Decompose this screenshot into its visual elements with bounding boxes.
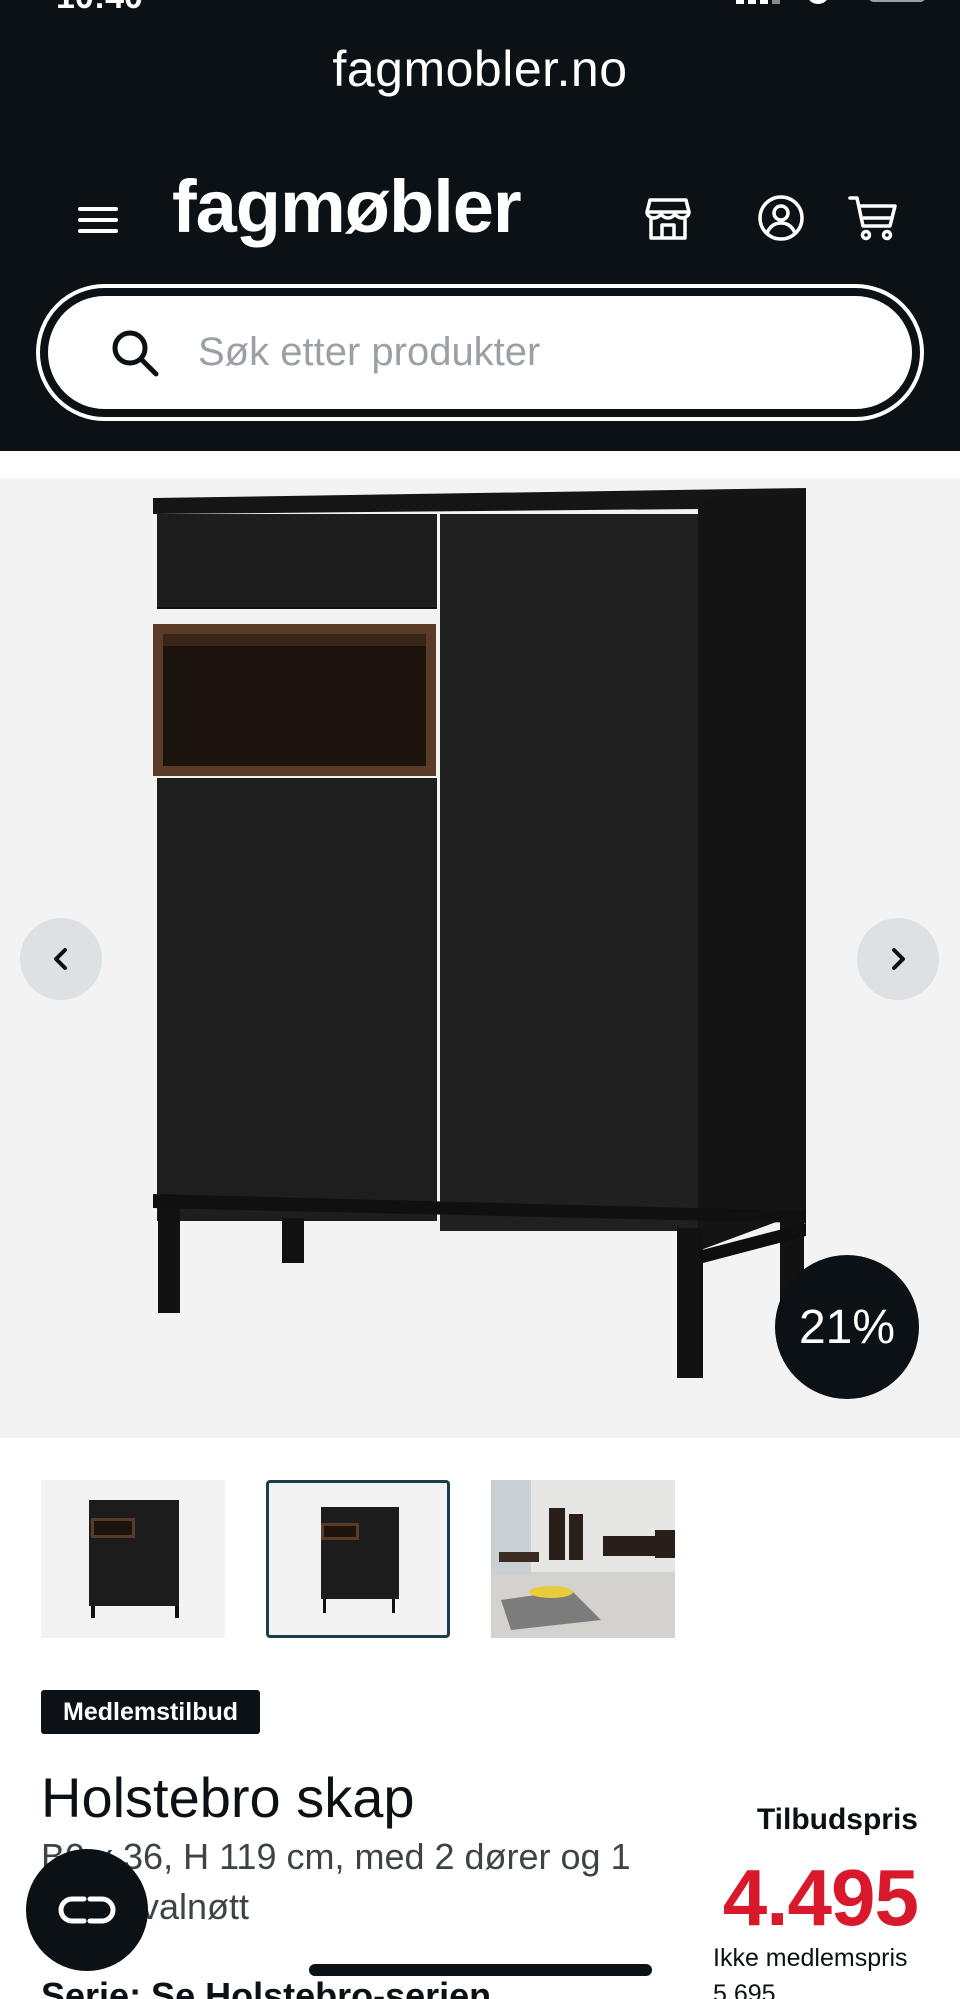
search-bar[interactable] (36, 284, 924, 421)
thumbnail-2[interactable] (266, 1480, 450, 1638)
status-icons (736, 0, 926, 9)
thumbnail-image (321, 1507, 399, 1613)
account-icon[interactable] (755, 192, 807, 244)
thumbnail-image (89, 1500, 179, 1618)
nonmember-price-label: Ikke medlemspris (713, 1944, 908, 1972)
hamburger-icon-line (78, 218, 118, 222)
previous-image-button[interactable] (20, 918, 102, 1000)
browser-url[interactable]: fagmobler.no (0, 40, 960, 98)
store-icon[interactable] (642, 192, 694, 244)
price-label: Tilbudspris (756, 1803, 918, 1836)
status-time: 10:40 (56, 0, 143, 17)
nonmember-price: 5.695 (713, 1980, 776, 1999)
wifi-icon (801, 0, 835, 9)
chevron-right-icon (892, 948, 905, 970)
battery-icon (868, 0, 926, 2)
chat-button[interactable] (26, 1849, 148, 1971)
chevron-left-icon (54, 948, 67, 970)
site-header: 10:40 fagmobler.no fagmøbler (0, 0, 960, 451)
next-image-button[interactable] (857, 918, 939, 1000)
search-icon (112, 330, 159, 377)
sale-price: 4.495 (722, 1853, 919, 1942)
thumbnail-1[interactable] (41, 1480, 225, 1638)
member-offer-badge: Medlemstilbud (41, 1690, 261, 1734)
signal-icon (736, 0, 780, 4)
home-indicator[interactable] (309, 1964, 652, 1976)
series-link[interactable]: Serie: Se Holstebro-serien (41, 1975, 491, 1999)
thumbnail-image (491, 1480, 675, 1638)
hamburger-icon-line (78, 207, 118, 211)
hamburger-icon-line (78, 229, 118, 233)
thumbnail-3[interactable] (491, 1480, 675, 1638)
chat-icon (58, 1896, 116, 1924)
cart-icon[interactable] (847, 192, 899, 244)
search-input[interactable] (198, 296, 838, 409)
site-logo[interactable]: fagmøbler (172, 170, 522, 244)
search-box[interactable] (48, 296, 912, 409)
product-title: Holstebro skap (41, 1766, 415, 1829)
discount-badge: 21% (775, 1255, 919, 1399)
menu-button[interactable] (78, 205, 118, 237)
